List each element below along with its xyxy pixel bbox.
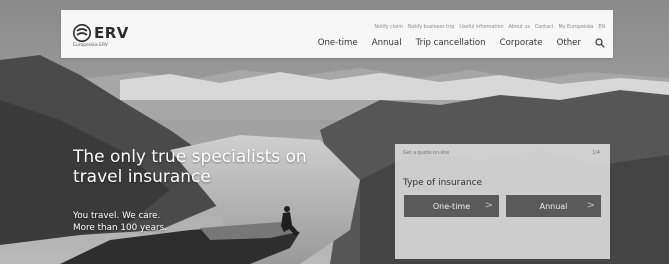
util-link-my-europeiska[interactable]: My Europeiska — [559, 25, 594, 30]
brand-logo[interactable]: ERV — [73, 24, 129, 42]
chevron-right-icon: > — [586, 200, 595, 211]
nav-item-other[interactable]: Other — [557, 38, 581, 48]
erv-logo-icon — [73, 24, 91, 42]
page: ERV Europeiska ERV Notify claim Notify b… — [0, 0, 669, 264]
quote-widget: Get a quote on-line 1/4 Type of insuranc… — [395, 144, 610, 259]
util-link-notify-business-trip[interactable]: Notify business trip — [408, 25, 454, 30]
insurance-type-label: Type of insurance — [403, 178, 483, 188]
chevron-right-icon: > — [484, 200, 493, 211]
quote-step-indicator: 1/4 — [592, 151, 600, 156]
annual-option-button[interactable]: Annual > — [506, 195, 601, 217]
util-link-notify-claim[interactable]: Notify claim — [374, 25, 403, 30]
annual-option-label: Annual — [539, 201, 568, 211]
util-link-contact[interactable]: Contact — [535, 25, 554, 30]
site-header: ERV Europeiska ERV Notify claim Notify b… — [61, 10, 613, 58]
utility-nav: Notify claim Notify business trip Useful… — [374, 25, 605, 30]
one-time-option-button[interactable]: One-time > — [404, 195, 499, 217]
brand-name: ERV — [94, 24, 129, 42]
nav-item-corporate[interactable]: Corporate — [500, 38, 543, 48]
util-link-useful-information[interactable]: Useful information — [459, 25, 503, 30]
search-icon[interactable] — [595, 38, 605, 48]
hero-title: The only true specialists on travel insu… — [73, 147, 307, 187]
util-link-about-us[interactable]: About us — [509, 25, 530, 30]
one-time-option-label: One-time — [432, 201, 471, 211]
brand-tagline: Europeiska ERV — [73, 43, 108, 48]
hero-subtitle-line-1: You travel. We care. — [73, 211, 161, 221]
quote-heading: Get a quote on-line — [403, 151, 450, 156]
language-selector[interactable]: EN — [598, 25, 605, 30]
nav-item-annual[interactable]: Annual — [372, 38, 402, 48]
hero-subtitle-line-2: More than 100 years. — [73, 223, 167, 233]
hero-subtitle: You travel. We care. More than 100 years… — [73, 210, 167, 234]
nav-item-trip-cancellation[interactable]: Trip cancellation — [416, 38, 486, 48]
main-nav: One-time Annual Trip cancellation Corpor… — [318, 38, 605, 48]
nav-item-one-time[interactable]: One-time — [318, 38, 358, 48]
